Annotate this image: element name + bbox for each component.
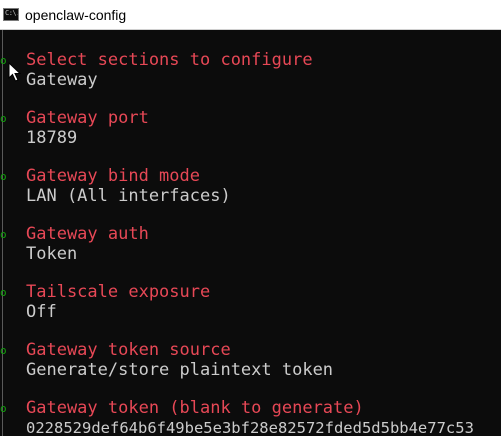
section-value: LAN (All interfaces) (26, 186, 231, 206)
title-bar[interactable]: C:\. openclaw-config (0, 0, 501, 30)
section-title: Gateway auth (26, 224, 149, 244)
window-title: openclaw-config (25, 7, 127, 23)
section-value: 0228529def64b6f49be5e3bf28e82572fded5d5b… (26, 419, 474, 436)
mouse-pointer-icon (8, 62, 22, 82)
terminal-output[interactable]: o Select sections to configure Gateway o… (0, 30, 501, 436)
section-marker: o (0, 402, 7, 415)
section-marker: o (0, 54, 7, 67)
section-title: Gateway token source (26, 340, 231, 360)
section-title: Tailscale exposure (26, 282, 211, 302)
section-value: 18789 (26, 128, 78, 148)
console-icon: C:\. (3, 8, 19, 21)
section-value: Gateway (26, 70, 98, 90)
section-value: Generate/store plaintext token (26, 360, 334, 380)
section-title: Gateway bind mode (26, 166, 200, 186)
section-marker: o (0, 112, 7, 125)
section-title: Gateway token (blank to generate) (26, 398, 364, 418)
section-marker: o (0, 286, 7, 299)
section-title: Select sections to configure (26, 50, 313, 70)
section-marker: o (0, 344, 7, 357)
section-marker: o (0, 170, 7, 183)
console-icon-label: C:\. (5, 9, 19, 17)
section-marker: o (0, 228, 7, 241)
section-value: Token (26, 244, 78, 264)
section-title: Gateway port (26, 108, 149, 128)
section-value: Off (26, 302, 57, 322)
